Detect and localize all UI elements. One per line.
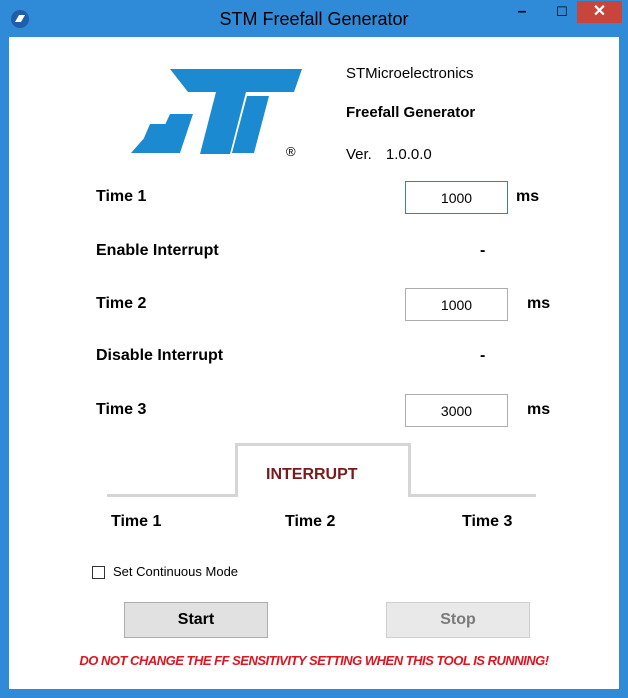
pulse-high [235,443,411,446]
pulse-fall-edge [408,443,411,497]
interrupt-label: INTERRUPT [266,466,358,483]
minimize-button[interactable]: – [507,1,537,25]
title-bar[interactable]: STM Freefall Generator – ☐ ✕ [1,1,627,37]
enable-interrupt-value: - [480,242,486,259]
time3-input[interactable] [405,394,508,427]
close-button[interactable]: ✕ [577,1,622,23]
disable-interrupt-label: Disable Interrupt [96,347,224,364]
enable-interrupt-label: Enable Interrupt [96,242,219,259]
client-area: ® STMicroelectronics Freefall Generator … [9,37,619,689]
app-window: STM Freefall Generator – ☐ ✕ ® STMicroel… [0,0,628,698]
diagram-time2-label: Time 2 [285,513,336,530]
version-info: Ver. 1.0.0.0 [346,146,432,163]
time3-unit: ms [527,401,551,418]
pulse-rise-edge [235,443,238,497]
time2-unit: ms [527,295,551,312]
time3-label: Time 3 [96,401,147,418]
warning-message: DO NOT CHANGE THE FF SENSITIVITY SETTING… [79,653,549,668]
version-value: 1.0.0.0 [385,146,432,163]
st-logo-icon: ® [131,69,302,159]
time1-input[interactable] [405,181,508,214]
start-button[interactable]: Start [124,602,268,638]
continuous-mode-label[interactable]: Set Continuous Mode [113,564,238,579]
disable-interrupt-value: - [480,347,486,364]
time1-unit: ms [516,188,540,205]
stop-button[interactable]: Stop [386,602,530,638]
svg-text:®: ® [286,144,296,159]
time2-input[interactable] [405,288,508,321]
product-name: Freefall Generator [346,104,476,121]
continuous-mode-checkbox[interactable] [92,566,105,579]
pulse-low-left [107,494,237,497]
maximize-button[interactable]: ☐ [547,1,577,25]
time2-label: Time 2 [96,295,147,312]
diagram-time1-label: Time 1 [111,513,162,530]
diagram-time3-label: Time 3 [462,513,513,530]
company-name: STMicroelectronics [346,65,474,82]
st-logo: ® [126,52,317,165]
pulse-low-right [408,494,536,497]
time1-label: Time 1 [96,188,147,205]
version-label: Ver. [346,146,372,163]
